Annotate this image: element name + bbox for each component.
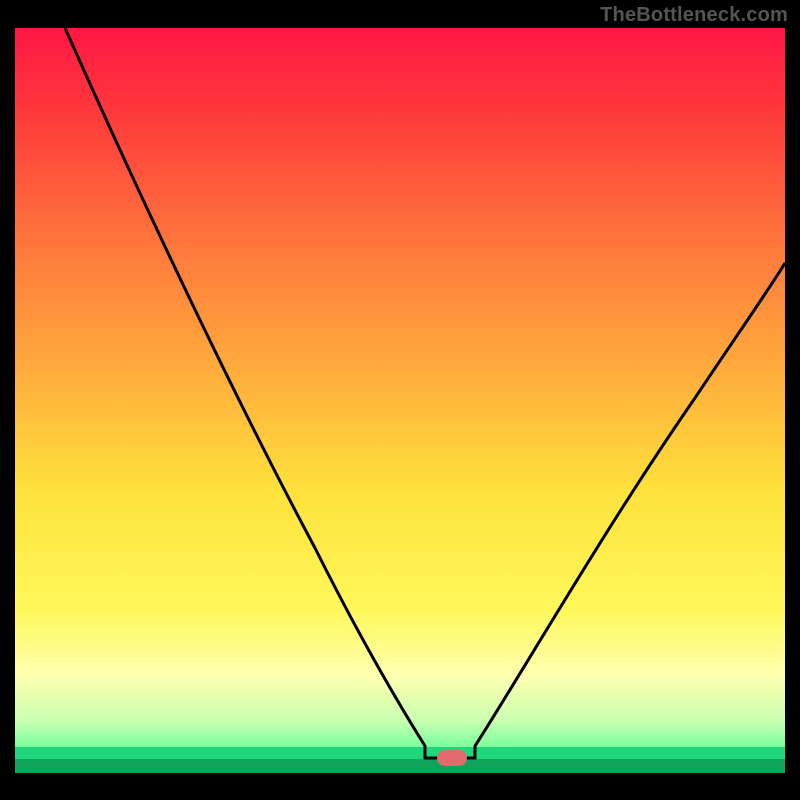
optimal-marker [437, 750, 467, 766]
watermark-text: TheBottleneck.com [600, 4, 788, 27]
baseline-band-light [15, 747, 785, 759]
chart-canvas [15, 28, 785, 773]
heat-gradient [15, 28, 785, 773]
baseline-band-dark [15, 759, 785, 773]
chart-frame: TheBottleneck.com [0, 0, 800, 800]
